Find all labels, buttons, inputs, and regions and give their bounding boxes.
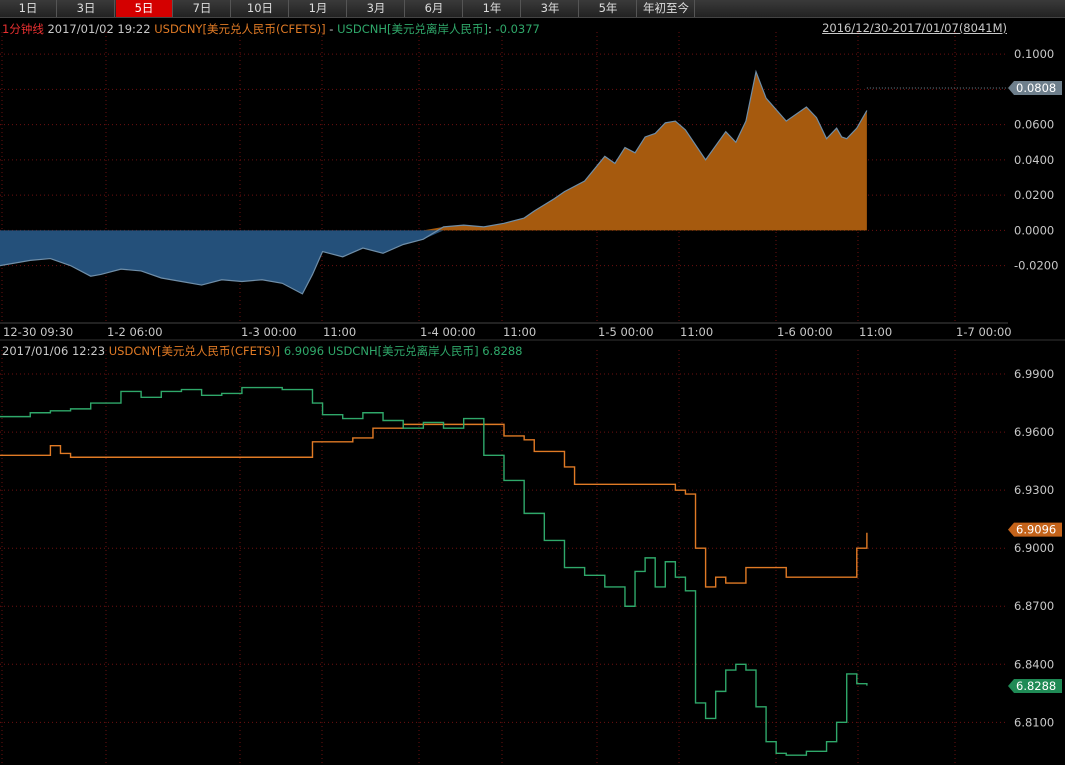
y-tick-label-1-4: 6.8700 bbox=[1014, 599, 1054, 613]
price-value-b: 6.8288 bbox=[482, 344, 523, 358]
y-tick-label-0-4: 0.0200 bbox=[1014, 188, 1054, 202]
spread-positive-area bbox=[0, 71, 867, 231]
chart-canvas: 0.10000.08000.06000.04000.02000.0000-0.0… bbox=[0, 32, 1065, 765]
y-tick-label-1-1: 6.9600 bbox=[1014, 425, 1054, 439]
x-tick-label-0: 12-30 09:30 bbox=[3, 325, 73, 339]
usdcnh-line-last-label: 6.8288 bbox=[1016, 679, 1056, 693]
x-tick-label-7: 11:00 bbox=[680, 325, 713, 339]
y-tick-label-1-5: 6.8400 bbox=[1014, 657, 1054, 671]
y-tick-label-0-5: 0.0000 bbox=[1014, 223, 1054, 237]
spread-datetime: 2017/01/02 19:22 bbox=[47, 22, 151, 36]
spread-separator: - bbox=[325, 22, 338, 36]
x-tick-label-5: 11:00 bbox=[503, 325, 536, 339]
y-tick-label-0-2: 0.0600 bbox=[1014, 118, 1054, 132]
price-series-b: USDCNH[美元兑离岸人民币] bbox=[327, 344, 479, 358]
x-tick-label-1: 1-2 06:00 bbox=[107, 325, 163, 339]
y-tick-label-1-3: 6.9000 bbox=[1014, 541, 1054, 555]
price-value-a: 6.9096 bbox=[283, 344, 325, 358]
interval-label: 1分钟线 bbox=[2, 22, 44, 36]
x-tick-label-6: 1-5 00:00 bbox=[598, 325, 654, 339]
x-tick-label-4: 1-4 00:00 bbox=[420, 325, 476, 339]
price-datetime: 2017/01/06 12:23 bbox=[2, 344, 106, 358]
x-tick-label-3: 11:00 bbox=[323, 325, 356, 339]
x-tick-label-9: 11:00 bbox=[859, 325, 892, 339]
date-range-link[interactable]: 2016/12/30-2017/01/07(8041M) bbox=[822, 21, 1007, 35]
usdcny-line bbox=[0, 423, 868, 588]
y-tick-label-0-6: -0.0200 bbox=[1014, 259, 1058, 273]
spread-value: -0.0377 bbox=[495, 22, 540, 36]
y-tick-label-0-3: 0.0400 bbox=[1014, 153, 1054, 167]
y-tick-label-1-6: 6.8100 bbox=[1014, 715, 1054, 729]
spread-series-b: USDCNH[美元兑离岸人民币] bbox=[337, 22, 488, 36]
spread-negative-area bbox=[0, 230, 867, 294]
y-tick-label-1-0: 6.9900 bbox=[1014, 367, 1054, 381]
price-header: 2017/01/06 12:23 USDCNY[美元兑人民币(CFETS)] 6… bbox=[2, 343, 522, 359]
price-series-a: USDCNY[美元兑人民币(CFETS)] bbox=[108, 344, 281, 358]
spread-header: 1分钟线 2017/01/02 19:22 USDCNY[美元兑人民币(CFET… bbox=[2, 21, 540, 37]
usdcny-line-last-label: 6.9096 bbox=[1016, 523, 1056, 537]
y-tick-label-1-2: 6.9300 bbox=[1014, 483, 1054, 497]
y-tick-label-0-0: 0.1000 bbox=[1014, 47, 1054, 61]
usdcnh-line bbox=[0, 386, 868, 756]
spread-series-a: USDCNY[美元兑人民币(CFETS)] bbox=[154, 22, 326, 36]
x-tick-label-2: 1-3 00:00 bbox=[241, 325, 297, 339]
x-tick-label-8: 1-6 00:00 bbox=[777, 325, 833, 339]
x-tick-label-10: 1-7 00:00 bbox=[956, 325, 1012, 339]
spread-last-value-label: 0.0808 bbox=[1016, 81, 1056, 95]
